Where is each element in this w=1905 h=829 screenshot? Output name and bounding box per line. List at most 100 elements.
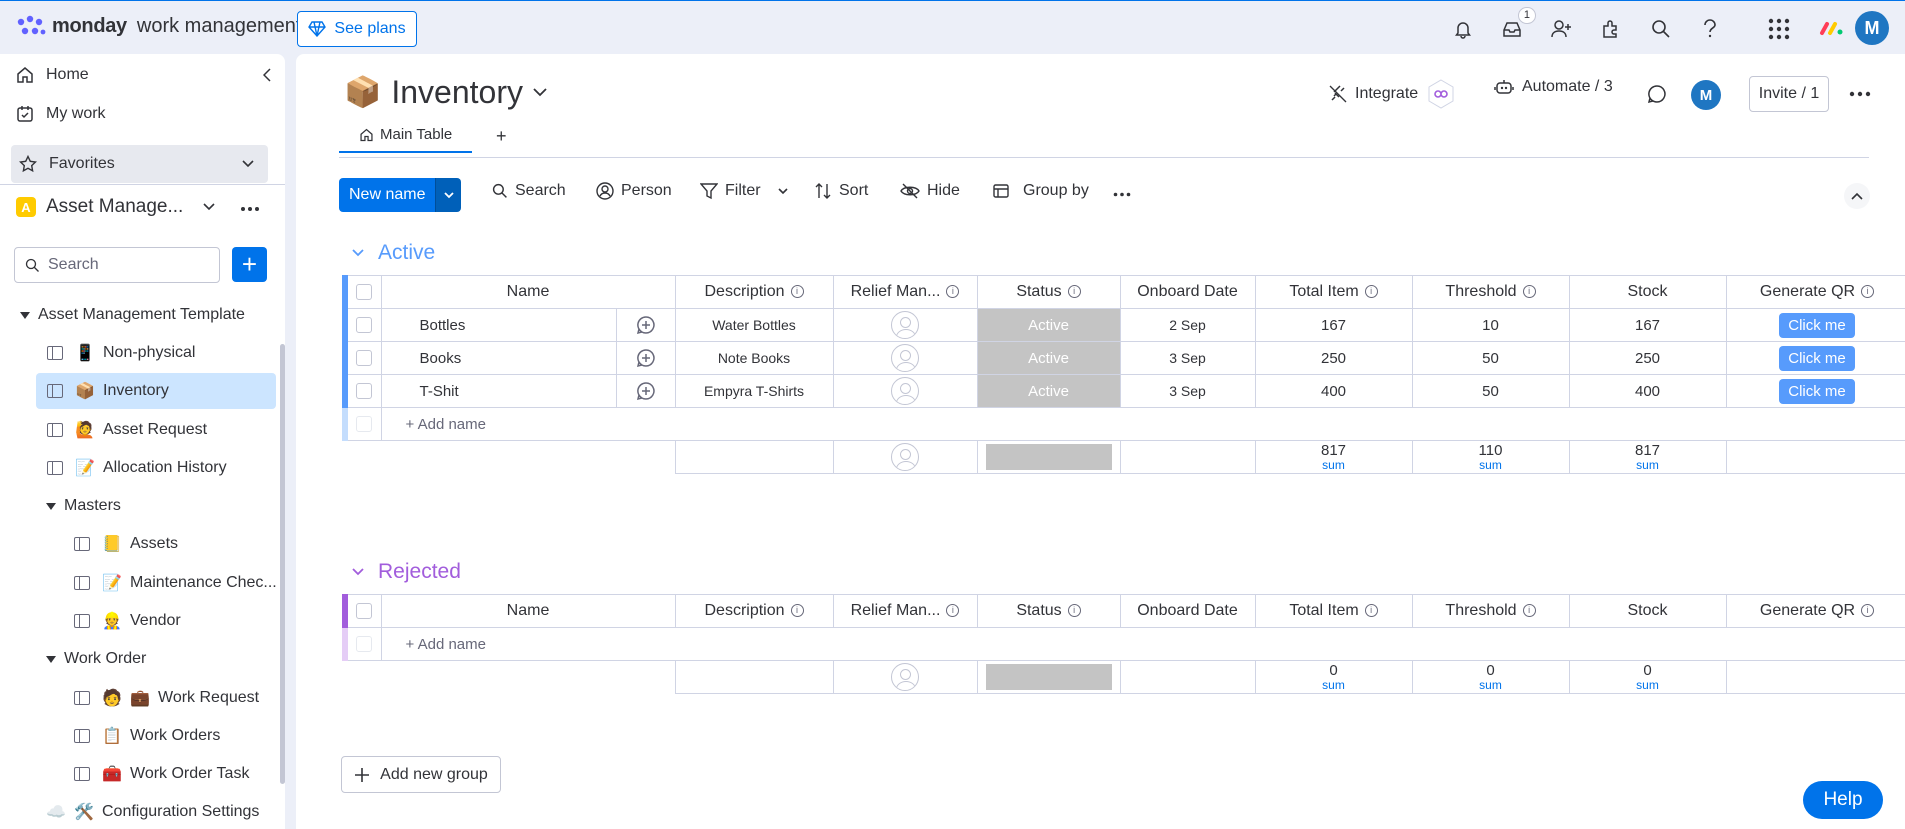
tree-folder-work-order[interactable]: Work Order — [46, 641, 146, 677]
user-avatar[interactable]: M — [1855, 11, 1889, 45]
column-header-relief-manager[interactable]: Relief Man... i — [832, 275, 978, 309]
collapse-sidebar-icon[interactable] — [263, 68, 271, 82]
generate-qr-button[interactable]: Click me — [1779, 312, 1855, 338]
updates-icon[interactable] — [1647, 84, 1667, 104]
sidebar-item-maintenance[interactable]: 📝 Maintenance Chec... — [74, 565, 277, 601]
tree-folder-masters[interactable]: Masters — [46, 488, 121, 524]
automate-button[interactable]: Automate / 3 — [1494, 78, 1613, 96]
status-summary-bar[interactable] — [976, 440, 1121, 474]
status-summary-bar[interactable] — [976, 660, 1121, 694]
help-icon[interactable] — [1698, 17, 1722, 41]
table-row[interactable]: Books Note Books Active 3 Sep 250 50 250… — [342, 341, 1905, 375]
sidebar-item-vendor[interactable]: 👷 Vendor — [74, 603, 181, 639]
cell-threshold[interactable]: 50 — [1411, 341, 1570, 375]
sidebar-home[interactable]: Home — [16, 66, 89, 84]
cell-description[interactable]: Empyra T-Shirts — [674, 374, 834, 408]
sidebar-scrollbar[interactable] — [280, 344, 285, 784]
hide-button[interactable]: Hide — [900, 182, 960, 200]
new-item-dropdown[interactable] — [435, 178, 462, 212]
column-header-generate-qr[interactable]: Generate QR i — [1725, 594, 1905, 628]
row-checkbox[interactable] — [342, 374, 382, 408]
workspace-selector[interactable]: A Asset Manage... — [16, 196, 215, 218]
column-header-onboard-date[interactable]: Onboard Date — [1119, 594, 1256, 628]
board-title[interactable]: 📦 Inventory — [344, 74, 547, 111]
column-header-name[interactable]: Name — [380, 275, 676, 309]
cell-description[interactable]: Note Books — [674, 341, 834, 375]
sort-button[interactable]: Sort — [814, 182, 868, 200]
sidebar-item-allocation-history[interactable]: 📝 Allocation History — [47, 450, 227, 486]
column-header-stock[interactable]: Stock — [1568, 275, 1727, 309]
filter-button[interactable]: Filter — [700, 182, 788, 200]
cell-stock[interactable]: 400 — [1568, 374, 1727, 408]
column-header-description[interactable]: Description i — [674, 594, 834, 628]
cell-stock[interactable]: 167 — [1568, 308, 1727, 342]
invite-members-icon[interactable] — [1550, 17, 1574, 41]
search-icon[interactable] — [1649, 17, 1673, 41]
generate-qr-button[interactable]: Click me — [1779, 345, 1855, 371]
item-name[interactable]: Books — [380, 341, 617, 375]
add-item-input[interactable]: + Add name — [380, 627, 1905, 661]
column-header-description[interactable]: Description i — [674, 275, 834, 309]
add-update-icon[interactable] — [615, 308, 676, 342]
person-filter-button[interactable]: Person — [596, 182, 672, 200]
cell-description[interactable]: Water Bottles — [674, 308, 834, 342]
sidebar-item-configuration[interactable]: ☁️ 🛠️ Configuration Settings — [46, 794, 259, 829]
row-checkbox[interactable] — [342, 341, 382, 375]
table-row[interactable]: T-Shit Empyra T-Shirts Active 3 Sep 400 … — [342, 374, 1905, 408]
column-header-generate-qr[interactable]: Generate QR i — [1725, 275, 1905, 309]
sidebar-favorites[interactable]: Favorites — [11, 145, 268, 183]
notifications-icon[interactable] — [1451, 17, 1475, 41]
column-header-stock[interactable]: Stock — [1568, 594, 1727, 628]
sidebar-item-work-request[interactable]: 🧑 💼 Work Request — [74, 680, 259, 716]
column-header-name[interactable]: Name — [380, 594, 676, 628]
toolbar-more-icon[interactable] — [1113, 192, 1131, 197]
cell-relief-manager[interactable] — [832, 341, 978, 375]
cell-status[interactable]: Active — [976, 341, 1121, 375]
add-item-input[interactable]: + Add name — [380, 407, 1905, 441]
column-header-threshold[interactable]: Threshold i — [1411, 275, 1570, 309]
add-item-row[interactable]: + Add name — [342, 407, 1905, 441]
row-checkbox[interactable] — [342, 308, 382, 342]
collapse-header-icon[interactable] — [1844, 183, 1870, 209]
board-member-avatar[interactable]: M — [1691, 80, 1721, 110]
workspace-more-icon[interactable] — [240, 206, 260, 212]
app-switcher-icon[interactable] — [1767, 17, 1791, 41]
sidebar-item-non-physical[interactable]: 📱 Non-physical — [47, 335, 195, 371]
column-header-status[interactable]: Status i — [976, 594, 1121, 628]
cell-onboard-date[interactable]: 3 Sep — [1119, 341, 1256, 375]
cell-relief-manager[interactable] — [832, 308, 978, 342]
column-header-onboard-date[interactable]: Onboard Date — [1119, 275, 1256, 309]
sidebar-item-inventory[interactable]: 📦 Inventory — [36, 373, 276, 409]
generate-qr-button[interactable]: Click me — [1779, 378, 1855, 404]
sidebar-item-work-orders[interactable]: 📋 Work Orders — [74, 718, 220, 754]
column-header-relief-manager[interactable]: Relief Man... i — [832, 594, 978, 628]
sidebar-my-work[interactable]: My work — [16, 105, 106, 123]
tree-root[interactable]: Asset Management Template — [20, 297, 245, 333]
cell-onboard-date[interactable]: 3 Sep — [1119, 374, 1256, 408]
add-new-group-button[interactable]: Add new group — [341, 756, 501, 793]
table-row[interactable]: Bottles Water Bottles Active 2 Sep 167 1… — [342, 308, 1905, 342]
add-update-icon[interactable] — [615, 374, 676, 408]
add-view-button[interactable]: + — [496, 126, 507, 147]
apps-icon[interactable] — [1599, 17, 1623, 41]
integrate-button[interactable]: Integrate — [1329, 78, 1456, 110]
select-all-checkbox[interactable] — [342, 275, 382, 309]
sidebar-item-work-order-task[interactable]: 🧰 Work Order Task — [74, 756, 249, 792]
column-header-total-item[interactable]: Total Item i — [1254, 275, 1413, 309]
help-button[interactable]: Help — [1803, 781, 1883, 819]
new-item-button[interactable]: New name — [339, 178, 462, 212]
cell-status[interactable]: Active — [976, 374, 1121, 408]
cell-total-item[interactable]: 250 — [1254, 341, 1413, 375]
cell-threshold[interactable]: 50 — [1411, 374, 1570, 408]
search-button[interactable]: Search — [492, 182, 566, 200]
cell-threshold[interactable]: 10 — [1411, 308, 1570, 342]
group-by-button[interactable]: Group by — [992, 182, 1089, 200]
select-all-checkbox[interactable] — [342, 594, 382, 628]
add-update-icon[interactable] — [615, 341, 676, 375]
cell-stock[interactable]: 250 — [1568, 341, 1727, 375]
see-plans-button[interactable]: See plans — [297, 11, 417, 47]
column-header-total-item[interactable]: Total Item i — [1254, 594, 1413, 628]
item-name[interactable]: Bottles — [380, 308, 617, 342]
group-header-rejected[interactable]: Rejected — [352, 560, 461, 584]
item-name[interactable]: T-Shit — [380, 374, 617, 408]
